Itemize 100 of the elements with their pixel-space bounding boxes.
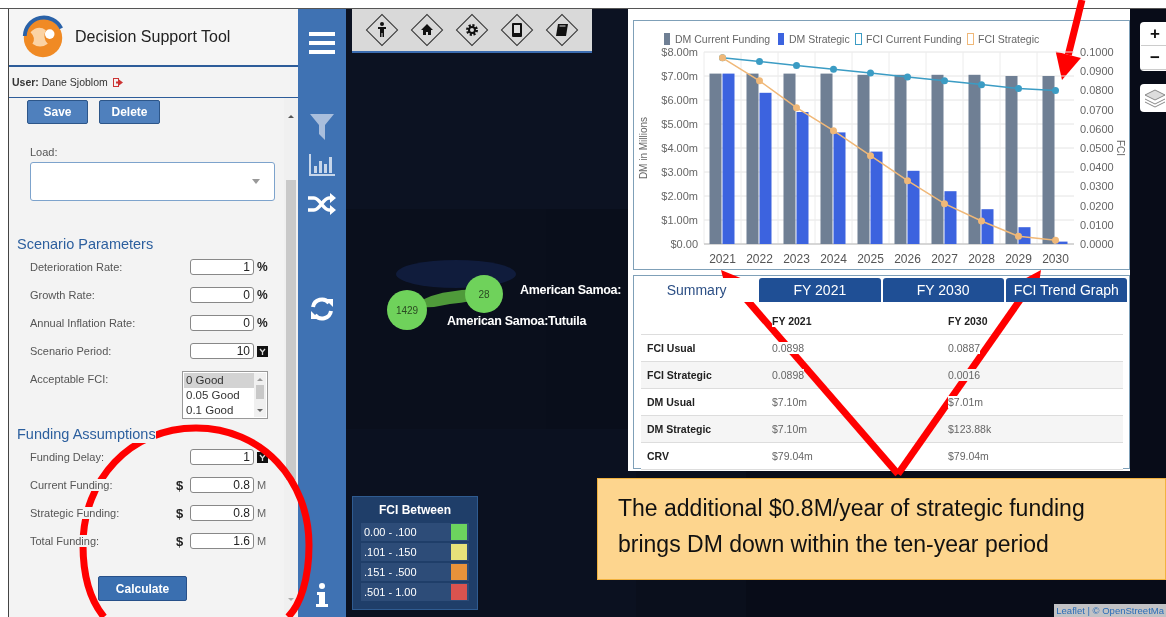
row-label: DM Usual — [647, 396, 695, 408]
home-icon[interactable] — [409, 12, 446, 48]
axis-label: 2028 — [968, 252, 995, 266]
axis-label: 0.0100 — [1080, 218, 1114, 231]
table-cell: $7.10m — [772, 423, 808, 435]
axis-label: 0.0900 — [1080, 65, 1114, 78]
axis-title: DM in Millions — [638, 116, 649, 180]
row-label: CRV — [647, 450, 669, 462]
number-field[interactable]: 0.8 — [190, 477, 254, 493]
menu-icon[interactable] — [309, 32, 335, 54]
legend-label: .151 - .500 — [364, 566, 417, 578]
data-point — [1052, 236, 1059, 244]
field-label: Scenario Period: — [30, 345, 112, 357]
layers-button[interactable] — [1140, 84, 1166, 112]
logout-icon[interactable] — [112, 77, 123, 87]
list-option[interactable]: 0 Good — [184, 373, 254, 388]
axis-label: 2025 — [857, 252, 884, 266]
axis-label: $2.00m — [661, 190, 698, 202]
axis-label: $4.00m — [661, 142, 698, 154]
legend-marker — [855, 33, 862, 45]
data-point — [904, 177, 911, 185]
unit-label: % — [257, 316, 268, 330]
info-icon[interactable] — [316, 583, 328, 607]
person-icon[interactable] — [364, 12, 401, 48]
legend-marker — [778, 33, 784, 45]
list-option[interactable]: 0.05 Good — [184, 388, 254, 403]
legend-label: .501 - 1.00 — [364, 586, 417, 598]
book-icon[interactable] — [543, 12, 580, 48]
axis-label: $6.00m — [661, 94, 698, 106]
axis-label: 0.0200 — [1080, 199, 1114, 212]
currency-symbol: $ — [176, 533, 184, 549]
square-icon[interactable] — [257, 345, 268, 357]
legend-label[interactable]: FCI Strategic — [978, 33, 1040, 45]
row-label: DM Strategic — [647, 423, 712, 435]
number-field[interactable]: 0 — [190, 315, 254, 331]
tab[interactable]: FY 2021 — [759, 278, 881, 302]
refresh-icon[interactable] — [309, 296, 335, 322]
number-field[interactable]: 1.6 — [190, 533, 254, 549]
row-label: FCI Strategic — [647, 369, 712, 381]
axis-label: 2026 — [894, 252, 921, 266]
unit-label: M — [257, 479, 267, 491]
shuffle-icon[interactable] — [308, 193, 336, 215]
data-point — [1052, 86, 1059, 94]
legend-label[interactable]: DM Strategic — [789, 33, 850, 45]
number-field[interactable]: 0.8 — [190, 505, 254, 521]
axis-label: 0.0300 — [1080, 180, 1114, 193]
save-button[interactable]: Save — [27, 100, 88, 124]
place-label: American Samoa: — [520, 283, 622, 297]
data-point — [1015, 85, 1022, 92]
data-point — [756, 58, 763, 66]
scrollbar[interactable] — [254, 373, 266, 417]
currency-symbol: $ — [176, 505, 184, 521]
data-point — [793, 61, 800, 69]
data-point — [941, 200, 948, 208]
axis-label: 0.0400 — [1080, 161, 1114, 174]
filter-icon[interactable] — [310, 114, 334, 140]
field-label: Funding Delay: — [30, 451, 104, 463]
data-point — [867, 152, 874, 160]
calculate-button[interactable]: Calculate — [98, 576, 187, 601]
axis-label: 2029 — [1005, 252, 1032, 266]
table-cell: $7.10m — [772, 396, 808, 408]
axis-label: 2027 — [931, 252, 958, 266]
legend-label[interactable]: FCI Current Funding — [866, 33, 962, 45]
tab[interactable]: FCI Trend Graph — [1005, 278, 1127, 302]
axis-label: $1.00m — [661, 214, 698, 226]
field-label: Strategic Funding: — [30, 507, 120, 519]
currency-symbol: $ — [176, 477, 184, 493]
gear-icon[interactable] — [454, 12, 490, 48]
number-field[interactable]: 0 — [190, 287, 254, 303]
data-point — [941, 77, 948, 85]
bar-chart-icon[interactable] — [309, 154, 335, 176]
number-field[interactable]: 1 — [190, 449, 254, 465]
table-cell: 0.0898 — [772, 369, 805, 381]
axis-label: 2024 — [820, 252, 847, 266]
data-point — [830, 65, 837, 73]
table-cell: $79.04m — [948, 450, 989, 462]
axis-label: $3.00m — [661, 166, 698, 178]
tab[interactable]: FY 2030 — [882, 278, 1004, 302]
tablet-icon[interactable] — [498, 12, 535, 48]
delete-button[interactable]: Delete — [99, 100, 160, 124]
unit-label: % — [257, 260, 268, 274]
app-title: Decision Support Tool — [75, 28, 231, 46]
fci-listbox[interactable]: 0 Good 0.05 Good 0.1 Good — [182, 371, 268, 419]
field-label: Current Funding: — [30, 479, 113, 491]
axis-label: 2021 — [709, 252, 736, 266]
load-dropdown[interactable] — [30, 162, 275, 201]
square-icon[interactable] — [257, 451, 268, 463]
table-cell: $7.01m — [948, 396, 984, 408]
place-label: American Samoa:Tutuila — [447, 314, 587, 328]
unit-label: M — [257, 535, 267, 547]
data-point — [756, 77, 763, 85]
axis-label: 0.1000 — [1080, 46, 1114, 58]
axis-label: 0.0700 — [1080, 103, 1114, 116]
list-option[interactable]: 0.1 Good — [184, 403, 254, 418]
field-label: Annual Inflation Rate: — [30, 317, 136, 329]
axis-label: 0.0000 — [1080, 238, 1114, 250]
field-label: Load: — [30, 146, 59, 158]
legend-label[interactable]: DM Current Funding — [675, 33, 771, 45]
number-field[interactable]: 1 — [190, 259, 254, 275]
number-field[interactable]: 10 — [190, 343, 254, 359]
